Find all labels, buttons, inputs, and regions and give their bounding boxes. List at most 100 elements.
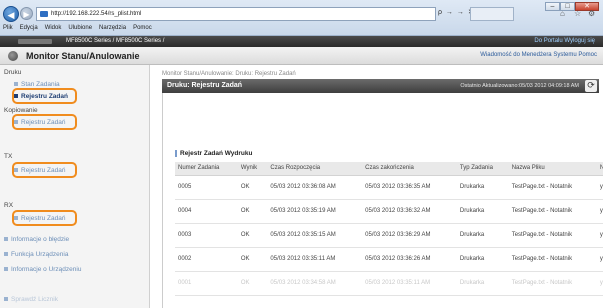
cell-end-time: 05/03 2012 03:36:35 AM: [362, 175, 457, 200]
sidebar-item-rx-log[interactable]: Rejestru Zadań: [14, 215, 65, 222]
cell-end-time: 05/03 2012 03:36:29 AM: [362, 223, 457, 248]
col-job-number: Numer Zadania: [175, 162, 238, 176]
table-row: 0001 OK 05/03 2012 03:34:58 AM 05/03 201…: [175, 271, 603, 296]
sidebar-head-copy: Kopiowanie: [4, 107, 38, 114]
cell-user: yit: [596, 175, 603, 200]
col-start-time: Czas Rozpoczęcia: [267, 162, 363, 176]
page-title: Monitor Stanu/Anulowanie: [26, 51, 140, 61]
address-url: http://192.168.222.54/rs_plist.html: [51, 11, 142, 17]
cell-job-type: Drukarka: [456, 223, 509, 248]
menu-view[interactable]: Widok: [45, 25, 62, 31]
sidebar-head-rx: RX: [4, 202, 14, 209]
last-updated: Ostatnio Aktualizowano:05/03 2012 04:09:…: [460, 83, 579, 89]
bullet-icon: [4, 237, 8, 242]
table-row: 0002 OK 05/03 2012 03:35:11 AM 05/03 201…: [175, 247, 603, 272]
cell-start-time: 05/03 2012 03:35:11 AM: [267, 247, 363, 272]
col-file-name: Nazwa Pliku: [508, 162, 597, 176]
bullet-icon: [14, 120, 18, 125]
table-row: 0004 OK 05/03 2012 03:35:19 AM 05/03 201…: [175, 199, 603, 224]
cell-start-time: 05/03 2012 03:34:58 AM: [267, 271, 363, 296]
device-header: MF8500C Series / MF8500C Series / Do Por…: [0, 36, 603, 47]
header-links[interactable]: Wiadomość do Menedżera Systemu Pomoc: [480, 52, 597, 58]
panel-header: Druku: Rejestru Zadań Ostatnio Aktualizo…: [162, 79, 599, 93]
bullet-icon: [4, 267, 8, 272]
cell-file-name: TestPage.txt - Notatnik: [508, 247, 597, 272]
cell-job-number: 0004: [175, 199, 238, 224]
table-row: 0003 OK 05/03 2012 03:35:15 AM 05/03 201…: [175, 223, 603, 248]
home-icon[interactable]: ⌂: [560, 9, 565, 18]
sidebar-item-label: Informacje o Urządzeniu: [11, 266, 82, 273]
page-header: Monitor Stanu/Anulowanie Wiadomość do Me…: [0, 47, 603, 65]
cell-result: OK: [237, 271, 268, 296]
breadcrumb: Monitor Stanu/Anulowanie: Druku: Rejestr…: [162, 71, 296, 77]
sidebar-item-tx-log[interactable]: Rejestru Zadań: [14, 167, 65, 174]
table-row: 0005 OK 05/03 2012 03:36:08 AM 05/03 201…: [175, 175, 603, 200]
cell-job-number: 0002: [175, 247, 238, 272]
sidebar-item-copy-log[interactable]: Rejestru Zadań: [14, 119, 65, 126]
sidebar-item-label: Rejestru Zadań: [21, 93, 68, 100]
sidebar-item-job-status[interactable]: Stan Zadania: [14, 81, 60, 88]
cell-end-time: 05/03 2012 03:35:11 AM: [362, 271, 457, 296]
menu-bar: Plik Edycja Widok Ulubione Narzędzia Pom…: [3, 25, 152, 31]
bullet-icon: [14, 216, 18, 221]
sidebar-item-label: Rejestru Zadań: [21, 119, 66, 126]
cell-end-time: 05/03 2012 03:36:26 AM: [362, 247, 457, 272]
back-arrow-icon[interactable]: ◀: [3, 6, 19, 22]
cell-file-name: TestPage.txt - Notatnik: [508, 175, 597, 200]
cell-job-number: 0001: [175, 271, 238, 296]
cell-job-number: 0005: [175, 175, 238, 200]
cell-job-type: Drukarka: [456, 199, 509, 224]
cell-end-time: 05/03 2012 03:36:32 AM: [362, 199, 457, 224]
cell-start-time: 05/03 2012 03:35:15 AM: [267, 223, 363, 248]
col-result: Wynik: [237, 162, 268, 176]
device-model: MF8500C Series / MF8500C Series /: [66, 38, 165, 44]
menu-file[interactable]: Plik: [3, 25, 13, 31]
sidebar-item-error-info[interactable]: Informacje o błędzie: [4, 236, 69, 243]
menu-favorites[interactable]: Ulubione: [68, 25, 92, 31]
sidebar-head-druk: Druku: [4, 69, 22, 76]
sidebar-item-label: Rejestru Zadań: [21, 215, 66, 222]
browser-nav-row: ◀ ▶ http://192.168.222.54/rs_plist.html …: [0, 6, 603, 22]
sidebar-item-counter[interactable]: Sprawdź Licznik: [4, 296, 58, 303]
bullet-icon: [14, 94, 18, 99]
job-log-table: Numer Zadania Wynik Czas Rozpoczęcia Cza…: [175, 162, 603, 296]
sidebar-item-label: Stan Zadania: [21, 81, 60, 88]
sidebar-item-device-info[interactable]: Informacje o Urządzeniu: [4, 266, 81, 273]
cell-result: OK: [237, 199, 268, 224]
address-bar[interactable]: http://192.168.222.54/rs_plist.html: [36, 7, 436, 21]
sidebar-item-label: Funkcja Urządzenia: [11, 251, 69, 258]
cell-job-type: Drukarka: [456, 271, 509, 296]
cell-user: yit: [596, 223, 603, 248]
forward-arrow-icon[interactable]: ▶: [20, 7, 33, 20]
col-user: Na: [596, 162, 603, 176]
monitor-icon: [8, 51, 18, 61]
sidebar-item-print-log[interactable]: Rejestru Zadań: [14, 93, 68, 100]
bullet-icon: [14, 168, 18, 173]
star-icon[interactable]: ☆: [574, 9, 581, 18]
cell-user: yit: [596, 271, 603, 296]
menu-help[interactable]: Pomoc: [133, 25, 152, 31]
panel-title: Druku: Rejestru Zadań: [167, 82, 243, 89]
cell-user: yit: [596, 199, 603, 224]
col-job-type: Typ Zadania: [456, 162, 509, 176]
portal-logout-links[interactable]: Do Portalu Wyloguj się: [534, 38, 595, 44]
refresh-icon[interactable]: ⟳: [585, 80, 597, 92]
cell-job-number: 0003: [175, 223, 238, 248]
col-end-time: Czas zakończenia: [362, 162, 457, 176]
cell-job-type: Drukarka: [456, 175, 509, 200]
cell-start-time: 05/03 2012 03:36:08 AM: [267, 175, 363, 200]
cell-job-type: Drukarka: [456, 247, 509, 272]
cell-file-name: TestPage.txt - Notatnik: [508, 199, 597, 224]
bullet-icon: [4, 252, 8, 257]
menu-edit[interactable]: Edycja: [20, 25, 38, 31]
sidebar-item-device-features[interactable]: Funkcja Urządzenia: [4, 251, 68, 258]
gear-icon[interactable]: ⚙: [588, 9, 595, 18]
menu-tools[interactable]: Narzędzia: [99, 25, 126, 31]
browser-tab[interactable]: [470, 7, 514, 21]
brand-logo: [18, 39, 52, 44]
cell-result: OK: [237, 175, 268, 200]
site-icon: [40, 11, 48, 17]
browser-chrome: – □ ✕ ◀ ▶ http://192.168.222.54/rs_plist…: [0, 0, 603, 36]
bullet-icon: [14, 82, 18, 87]
table-header-row: Numer Zadania Wynik Czas Rozpoczęcia Cza…: [175, 162, 603, 176]
